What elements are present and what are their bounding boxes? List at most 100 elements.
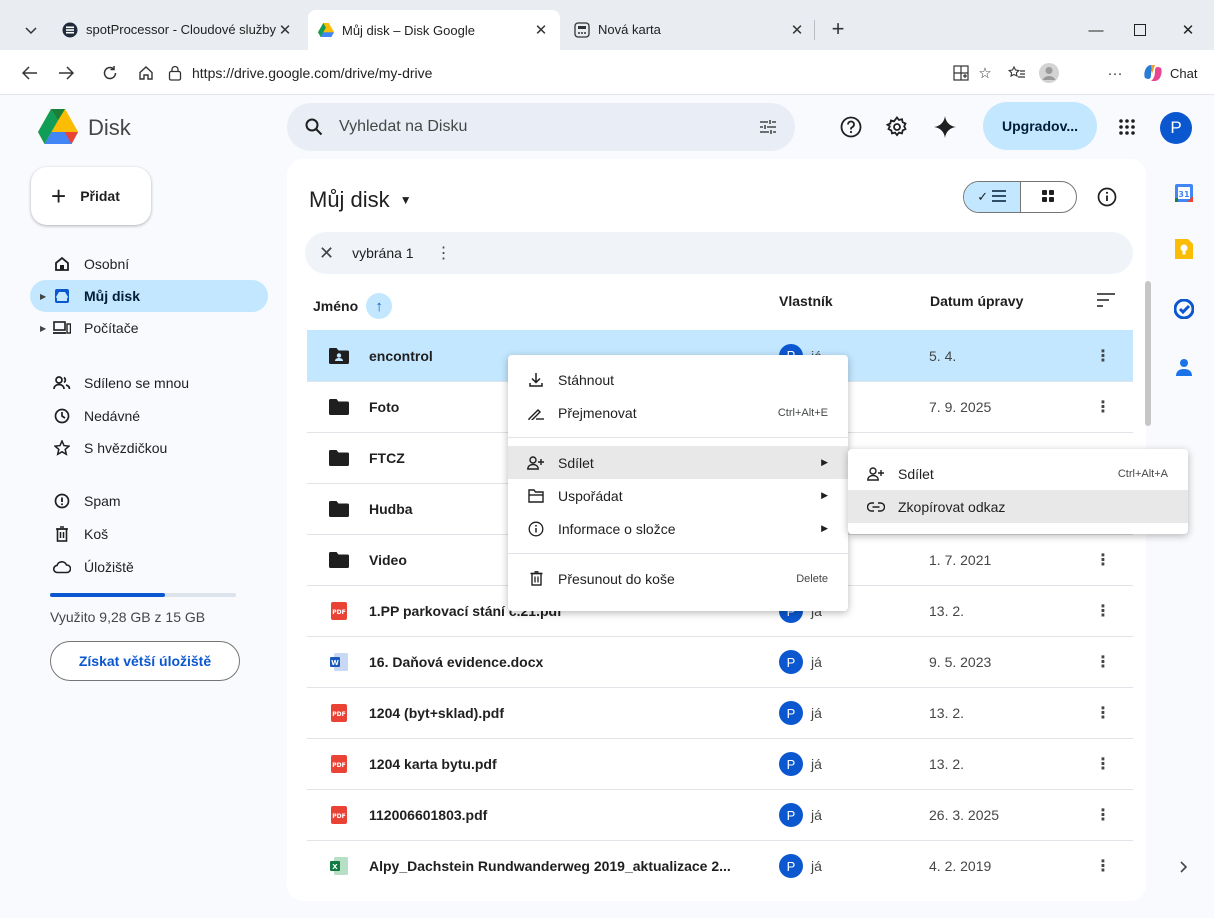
sidebar-item-storage[interactable]: Úložiště	[30, 551, 268, 583]
profile-avatar-icon[interactable]	[1036, 60, 1062, 86]
search-options-icon[interactable]	[759, 119, 777, 135]
address-bar[interactable]: https://drive.google.com/drive/my-drive	[168, 58, 940, 88]
close-tab-icon[interactable]: ✕	[276, 21, 294, 39]
sidebar-item-starred[interactable]: S hvězdičkou	[30, 432, 268, 464]
sidebar-item-computers[interactable]: ▶ Počítače	[30, 312, 268, 344]
refresh-icon[interactable]	[96, 59, 124, 87]
clear-selection-icon[interactable]: ✕	[319, 243, 334, 264]
row-more-actions-icon[interactable]: ⋮	[1095, 856, 1111, 876]
selection-toolbar: ✕ vybrána 1 ⋮	[305, 232, 1133, 274]
home-icon[interactable]	[132, 59, 160, 87]
row-more-actions-icon[interactable]: ⋮	[1095, 652, 1111, 672]
favorite-star-icon[interactable]: ☆	[972, 60, 998, 86]
account-avatar[interactable]: P	[1160, 112, 1192, 144]
calendar-icon[interactable]: 31	[1172, 181, 1196, 205]
submenu-item-copy-link[interactable]: Zkopírovat odkaz	[848, 490, 1188, 523]
close-tab-icon[interactable]: ✕	[532, 21, 550, 39]
file-name: Video	[369, 552, 407, 568]
file-list-scrollbar[interactable]	[1145, 281, 1151, 426]
row-more-actions-icon[interactable]: ⋮	[1095, 754, 1111, 774]
new-button[interactable]: + Přidat	[31, 167, 151, 225]
drive-logo[interactable]: Disk	[38, 109, 131, 147]
tasks-icon[interactable]	[1172, 297, 1196, 321]
help-icon[interactable]	[836, 112, 866, 142]
row-more-actions-icon[interactable]: ⋮	[1095, 805, 1111, 825]
menu-item-folder-info[interactable]: Informace o složce ▶	[508, 512, 848, 545]
spotprocessor-favicon-icon	[62, 22, 78, 38]
sidebar-item-trash[interactable]: Koš	[30, 518, 268, 550]
menu-item-organize[interactable]: Uspořádat ▶	[508, 479, 848, 512]
svg-text:PDF: PDF	[332, 813, 345, 820]
expand-caret-icon[interactable]: ▶	[40, 292, 46, 301]
table-row[interactable]: W 16. Daňová evidence.docx Pjá 9. 5. 2023 ⋮	[307, 636, 1133, 687]
modified-date: 13. 2.	[929, 603, 965, 619]
grid-view-button[interactable]	[1021, 182, 1077, 212]
search-input[interactable]: Vyhledat na Disku	[339, 118, 759, 136]
menu-item-share[interactable]: Sdílet ▶	[508, 446, 848, 479]
sidebar-item-my-drive[interactable]: ▶ Můj disk	[30, 280, 268, 312]
storage-usage-fill	[50, 593, 166, 597]
computers-icon	[52, 318, 72, 338]
gemini-spark-icon[interactable]	[930, 112, 960, 142]
app-available-icon[interactable]	[948, 60, 974, 86]
new-tab-plus-icon[interactable]: +	[824, 15, 852, 43]
get-more-storage-button[interactable]: Získat větší úložiště	[50, 641, 240, 681]
browser-tab-new[interactable]: Nová karta ✕	[564, 13, 816, 46]
browser-tab-drive[interactable]: Můj disk – Disk Google ✕	[308, 10, 560, 50]
sidebar-item-spam[interactable]: Spam	[30, 485, 268, 517]
minimize-icon[interactable]: —	[1082, 18, 1110, 42]
caret-down-icon: ▼	[399, 193, 412, 207]
contacts-icon[interactable]	[1172, 355, 1196, 379]
close-window-icon[interactable]: ✕	[1174, 18, 1202, 42]
submenu-item-share[interactable]: Sdílet Ctrl+Alt+A	[848, 457, 1188, 490]
menu-item-rename[interactable]: Přejmenovat Ctrl+Alt+E	[508, 396, 848, 429]
owner-cell: Pjá	[779, 803, 822, 827]
list-view-button[interactable]: ✓	[964, 182, 1021, 212]
sidebar-item-shared[interactable]: Sdíleno se mnou	[30, 367, 268, 399]
expand-side-panel-chevron-icon[interactable]	[1172, 855, 1196, 879]
row-more-actions-icon[interactable]: ⋮	[1095, 550, 1111, 570]
owner-avatar: P	[779, 701, 803, 725]
column-header-name[interactable]: Jméno ↑	[313, 293, 393, 319]
tab-list-chevron-icon[interactable]	[18, 18, 44, 44]
upgrade-button[interactable]: Upgradov...	[983, 102, 1097, 150]
forward-arrow-icon[interactable]	[52, 59, 80, 87]
row-more-actions-icon[interactable]: ⋮	[1095, 703, 1111, 723]
page-title[interactable]: Můj disk ▼	[309, 187, 412, 213]
expand-caret-icon[interactable]: ▶	[40, 324, 46, 333]
sidebar-item-recent[interactable]: Nedávné	[30, 400, 268, 432]
row-more-actions-icon[interactable]: ⋮	[1095, 346, 1111, 366]
column-header-modified[interactable]: Datum úpravy	[930, 293, 1023, 309]
menu-item-move-to-trash[interactable]: Přesunout do koše Delete	[508, 562, 848, 595]
svg-text:W: W	[331, 659, 339, 667]
favorites-list-icon[interactable]	[1004, 60, 1030, 86]
sort-ascending-arrow-icon[interactable]: ↑	[366, 293, 393, 319]
sort-options-icon[interactable]	[1097, 293, 1115, 307]
copilot-chat-button[interactable]: Chat	[1142, 60, 1197, 86]
search-bar[interactable]: Vyhledat na Disku	[287, 103, 795, 151]
sidebar-item-osobni[interactable]: Osobní	[30, 248, 268, 280]
close-tab-icon[interactable]: ✕	[788, 21, 806, 39]
link-icon	[866, 501, 886, 512]
settings-gear-icon[interactable]	[882, 112, 912, 142]
pdf-icon: PDF	[329, 755, 349, 773]
table-row[interactable]: PDF 1204 karta bytu.pdf Pjá 13. 2. ⋮	[307, 738, 1133, 789]
table-row[interactable]: X Alpy_Dachstein Rundwanderweg 2019_aktua…	[307, 840, 1133, 891]
info-icon[interactable]	[1093, 183, 1121, 211]
browser-tab-spotprocessor[interactable]: spotProcessor - Cloudové služby - ✕	[52, 13, 304, 46]
owner-name: já	[811, 654, 822, 670]
column-header-owner[interactable]: Vlastník	[779, 293, 833, 309]
selection-count: vybrána 1	[352, 245, 414, 261]
row-more-actions-icon[interactable]: ⋮	[1095, 397, 1111, 417]
back-arrow-icon[interactable]	[16, 59, 44, 87]
owner-avatar: P	[779, 854, 803, 878]
more-actions-icon[interactable]: ⋮	[436, 243, 452, 263]
maximize-icon[interactable]	[1126, 18, 1154, 42]
menu-item-download[interactable]: Stáhnout	[508, 363, 848, 396]
keep-icon[interactable]	[1172, 237, 1196, 261]
more-options-icon[interactable]: ···	[1102, 60, 1128, 86]
table-row[interactable]: PDF 1204 (byt+sklad).pdf Pjá 13. 2. ⋮	[307, 687, 1133, 738]
table-row[interactable]: PDF 112006601803.pdf Pjá 26. 3. 2025 ⋮	[307, 789, 1133, 840]
row-more-actions-icon[interactable]: ⋮	[1095, 601, 1111, 621]
apps-grid-icon[interactable]	[1112, 112, 1142, 142]
